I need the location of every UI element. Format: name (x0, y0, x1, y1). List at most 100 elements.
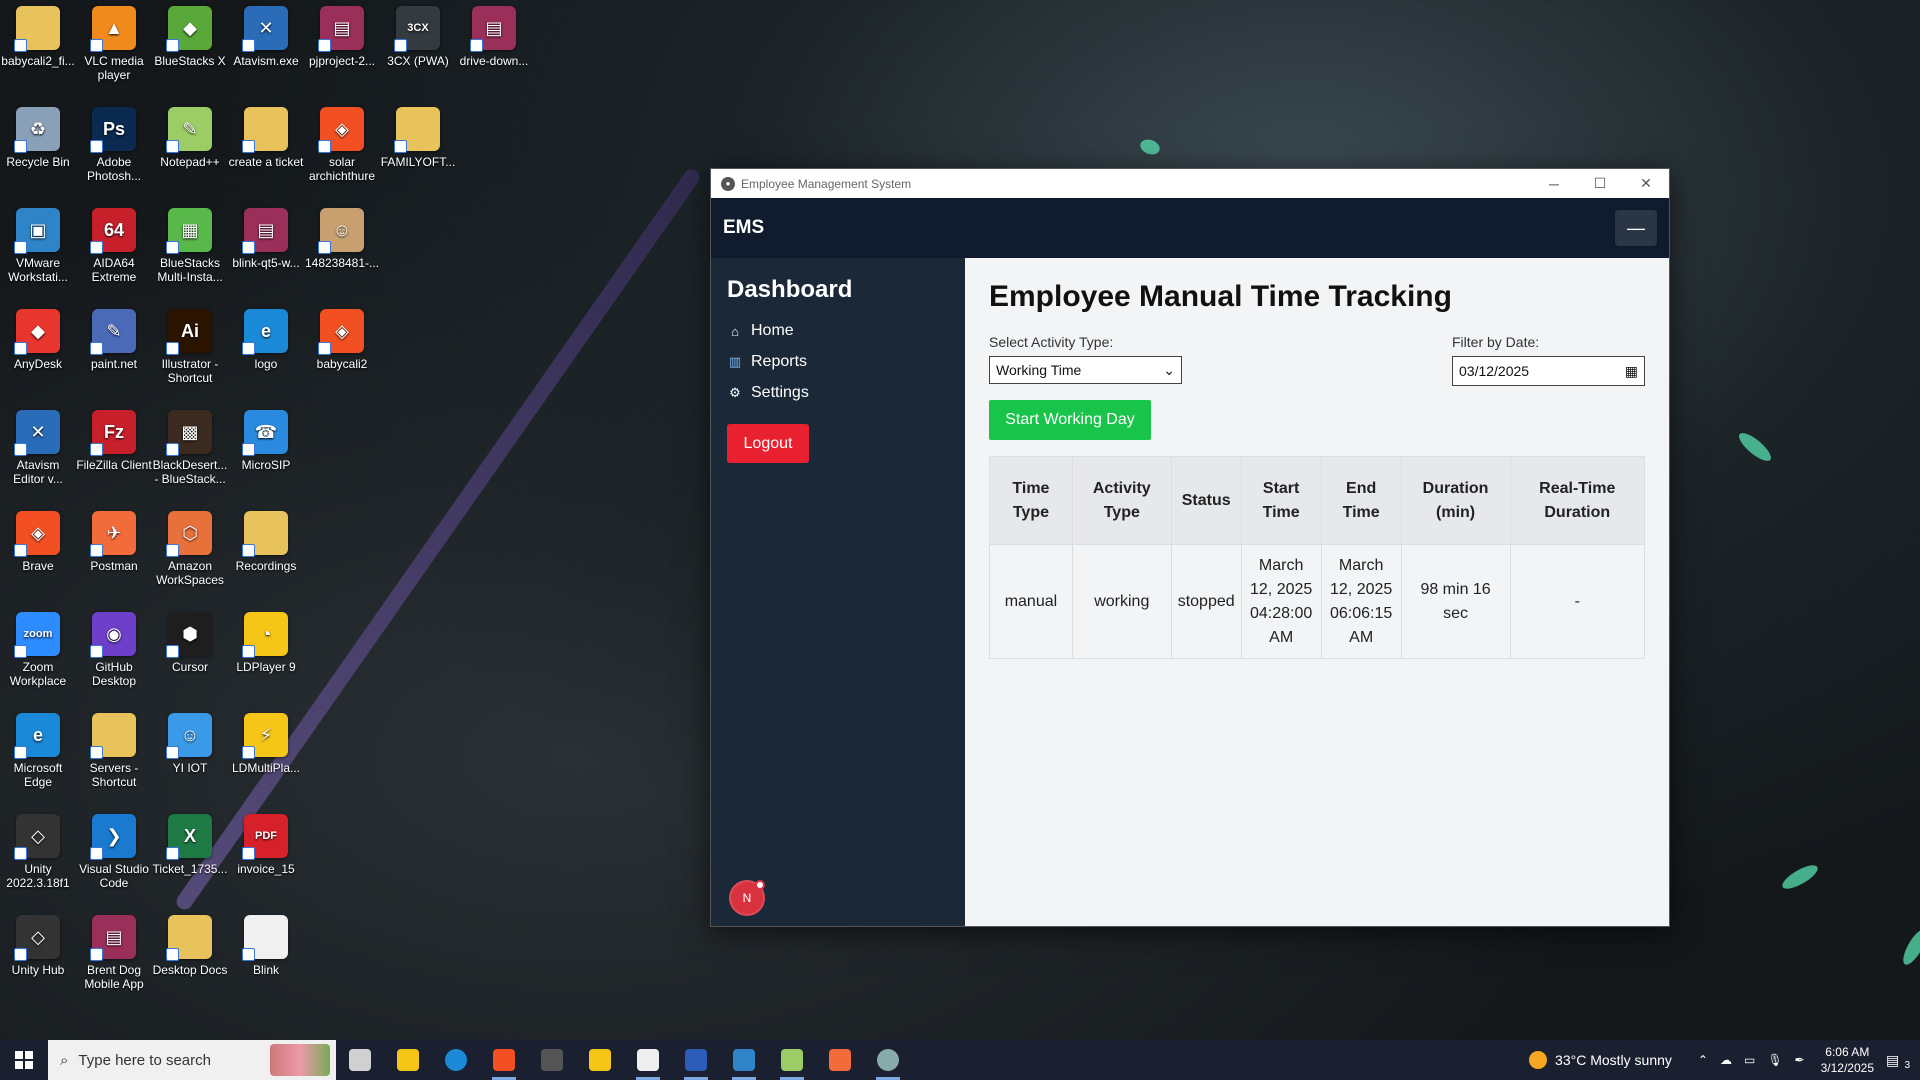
taskbar-search[interactable]: ⌕ Type here to search (48, 1040, 336, 1080)
taskbar-app-ems-app[interactable] (864, 1040, 912, 1080)
desktop-icon[interactable]: e Microsoft Edge (0, 709, 76, 789)
desktop-icon[interactable]: ✕ Atavism Editor v... (0, 406, 76, 486)
desktop-icon[interactable]: ⚡ LDMultiPla... (228, 709, 304, 775)
maximize-button[interactable]: ☐ (1577, 169, 1623, 198)
desktop-icon[interactable]: Ps Adobe Photosh... (76, 103, 152, 183)
desktop-icon[interactable]: ☎ MicroSIP (228, 406, 304, 472)
taskbar-app-postman[interactable] (816, 1040, 864, 1080)
desktop-icon[interactable]: zoom Zoom Workplace (0, 608, 76, 688)
desktop-icon[interactable]: ▲ VLC media player (76, 2, 152, 82)
menu-toggle-button[interactable]: — (1615, 210, 1657, 246)
microphone-icon[interactable]: 🎙 (1767, 1053, 1782, 1067)
desktop-icon[interactable]: FAMILYOFT... (380, 103, 456, 169)
desktop-icon[interactable]: ♻ Recycle Bin (0, 103, 76, 169)
taskbar-app-ldplayer[interactable] (576, 1040, 624, 1080)
desktop-icon[interactable]: Ai Illustrator - Shortcut (152, 305, 228, 385)
time-tracking-table: Time Type Activity Type Status Start Tim… (989, 456, 1645, 659)
close-button[interactable]: ✕ (1623, 169, 1669, 198)
app-icon: ◈ (318, 107, 364, 153)
desktop-icon[interactable]: 64 AIDA64 Extreme (76, 204, 152, 284)
desktop-icon[interactable]: ◇ Unity 2022.3.18f1 (0, 810, 76, 890)
desktop-icon[interactable]: ✎ paint.net (76, 305, 152, 371)
desktop-icon[interactable]: ◈ solar archichthure (304, 103, 380, 183)
desktop-icon[interactable]: ✕ Atavism.exe (228, 2, 304, 68)
desktop-icon[interactable]: ▣ VMware Workstati... (0, 204, 76, 284)
start-button[interactable] (0, 1040, 48, 1080)
app-icon: ✎ (90, 309, 136, 355)
taskbar-app-file-explorer[interactable] (384, 1040, 432, 1080)
desktop-icon[interactable]: e logo (228, 305, 304, 371)
sidebar-item-reports[interactable]: ▥ Reports (727, 353, 949, 371)
desktop-icon[interactable]: ▤ drive-down... (456, 2, 532, 68)
taskbar-app-brave[interactable] (480, 1040, 528, 1080)
desktop-icon[interactable]: ◆ BlueStacks X (152, 2, 228, 68)
desktop-icon[interactable]: ▩ BlackDesert... - BlueStack... (152, 406, 228, 486)
desktop-icon[interactable]: ◇ Unity Hub (0, 911, 76, 977)
desktop-icon[interactable]: ▤ pjproject-2... (304, 2, 380, 68)
desktop-icon[interactable]: Blink (228, 911, 304, 977)
app-icon (242, 915, 288, 961)
app-icon: ◇ (14, 915, 60, 961)
sidebar-item-home[interactable]: ⌂ Home (727, 322, 949, 340)
cloud-icon[interactable]: ☁ (1720, 1053, 1732, 1067)
taskbar-app-edge[interactable] (432, 1040, 480, 1080)
taskbar-app-task-view[interactable] (336, 1040, 384, 1080)
desktop-icon[interactable]: ◔ LDPlayer 9 (228, 608, 304, 674)
app-icon: ▩ (166, 410, 212, 456)
desktop-icon[interactable]: create a ticket (228, 103, 304, 169)
taskbar-app-3cx[interactable] (528, 1040, 576, 1080)
desktop-icon-label: MicroSIP (241, 458, 291, 472)
desktop-icon[interactable]: ▦ BlueStacks Multi-Insta... (152, 204, 228, 284)
start-working-day-button[interactable]: Start Working Day (989, 400, 1151, 440)
desktop-icon[interactable]: ◈ babycali2 (304, 305, 380, 371)
table-cell: - (1509, 544, 1645, 659)
network-icon[interactable]: ▭ (1744, 1053, 1755, 1067)
minimize-button[interactable]: ─ (1531, 169, 1577, 198)
desktop-icon-label: Brent Dog Mobile App (84, 963, 144, 991)
app-icon: ▣ (14, 208, 60, 254)
brand-logo[interactable]: EMS (723, 217, 764, 239)
avatar[interactable]: N (729, 880, 765, 916)
sidebar-item-settings[interactable]: ⚙ Settings (727, 384, 949, 402)
desktop-icon[interactable]: ☺ YI IOT (152, 709, 228, 775)
pen-icon[interactable]: ✒ (1795, 1053, 1805, 1067)
desktop-icon[interactable]: PDF invoice_15 (228, 810, 304, 876)
notifications-button[interactable]: ▤ 3 (1886, 1052, 1912, 1071)
weather-widget[interactable]: 33°C Mostly sunny (1529, 1051, 1672, 1069)
desktop-icon[interactable]: 3CX 3CX (PWA) (380, 2, 456, 68)
desktop-icon[interactable]: ☺ 148238481-... (304, 204, 380, 270)
desktop-icon[interactable]: X Ticket_1735... (152, 810, 228, 876)
taskbar-app-word[interactable] (672, 1040, 720, 1080)
taskbar-app-notepad[interactable] (768, 1040, 816, 1080)
activity-type-select[interactable]: Working Time ⌄ (989, 356, 1182, 384)
app-icon: ◔ (242, 612, 288, 658)
calendar-icon[interactable]: ▦ (1625, 363, 1638, 380)
desktop-icon[interactable]: babycali2_fi... (0, 2, 76, 68)
desktop-icon[interactable]: Fz FileZilla Client (76, 406, 152, 472)
logout-button[interactable]: Logout (727, 424, 809, 463)
taskbar-app-cursor[interactable] (624, 1040, 672, 1080)
desktop-icon[interactable]: Recordings (228, 507, 304, 573)
clock[interactable]: 6:06 AM 3/12/2025 (1821, 1044, 1874, 1076)
app-icon: ▲ (90, 6, 136, 52)
desktop-icon[interactable]: ◈ Brave (0, 507, 76, 573)
date-filter-input[interactable]: 03/12/2025 ▦ (1452, 356, 1645, 386)
desktop-icon[interactable]: Desktop Docs (152, 911, 228, 977)
desktop-icon[interactable]: ⬡ Amazon WorkSpaces (152, 507, 228, 587)
desktop-icon[interactable]: ✎ Notepad++ (152, 103, 228, 169)
desktop-icon[interactable]: Servers - Shortcut (76, 709, 152, 789)
desktop-icon[interactable]: ⬢ Cursor (152, 608, 228, 674)
desktop-icon-label: Desktop Docs (152, 963, 228, 977)
app-icon: ✕ (242, 6, 288, 52)
desktop-icon[interactable]: ✈ Postman (76, 507, 152, 573)
desktop-icon[interactable]: ◉ GitHub Desktop (76, 608, 152, 688)
chevron-up-icon[interactable]: ⌃ (1698, 1053, 1708, 1067)
desktop-icon[interactable]: ◆ AnyDesk (0, 305, 76, 371)
desktop-icon[interactable]: ▤ Brent Dog Mobile App (76, 911, 152, 991)
desktop-icon[interactable]: ❯ Visual Studio Code (76, 810, 152, 890)
window-titlebar[interactable]: ● Employee Management System ─ ☐ ✕ (711, 169, 1669, 198)
desktop-icon-label: Brave (22, 559, 54, 573)
desktop-icon[interactable]: ▤ blink-qt5-w... (228, 204, 304, 270)
taskbar-app-vmware[interactable] (720, 1040, 768, 1080)
desktop-icon-label: logo (254, 357, 278, 371)
